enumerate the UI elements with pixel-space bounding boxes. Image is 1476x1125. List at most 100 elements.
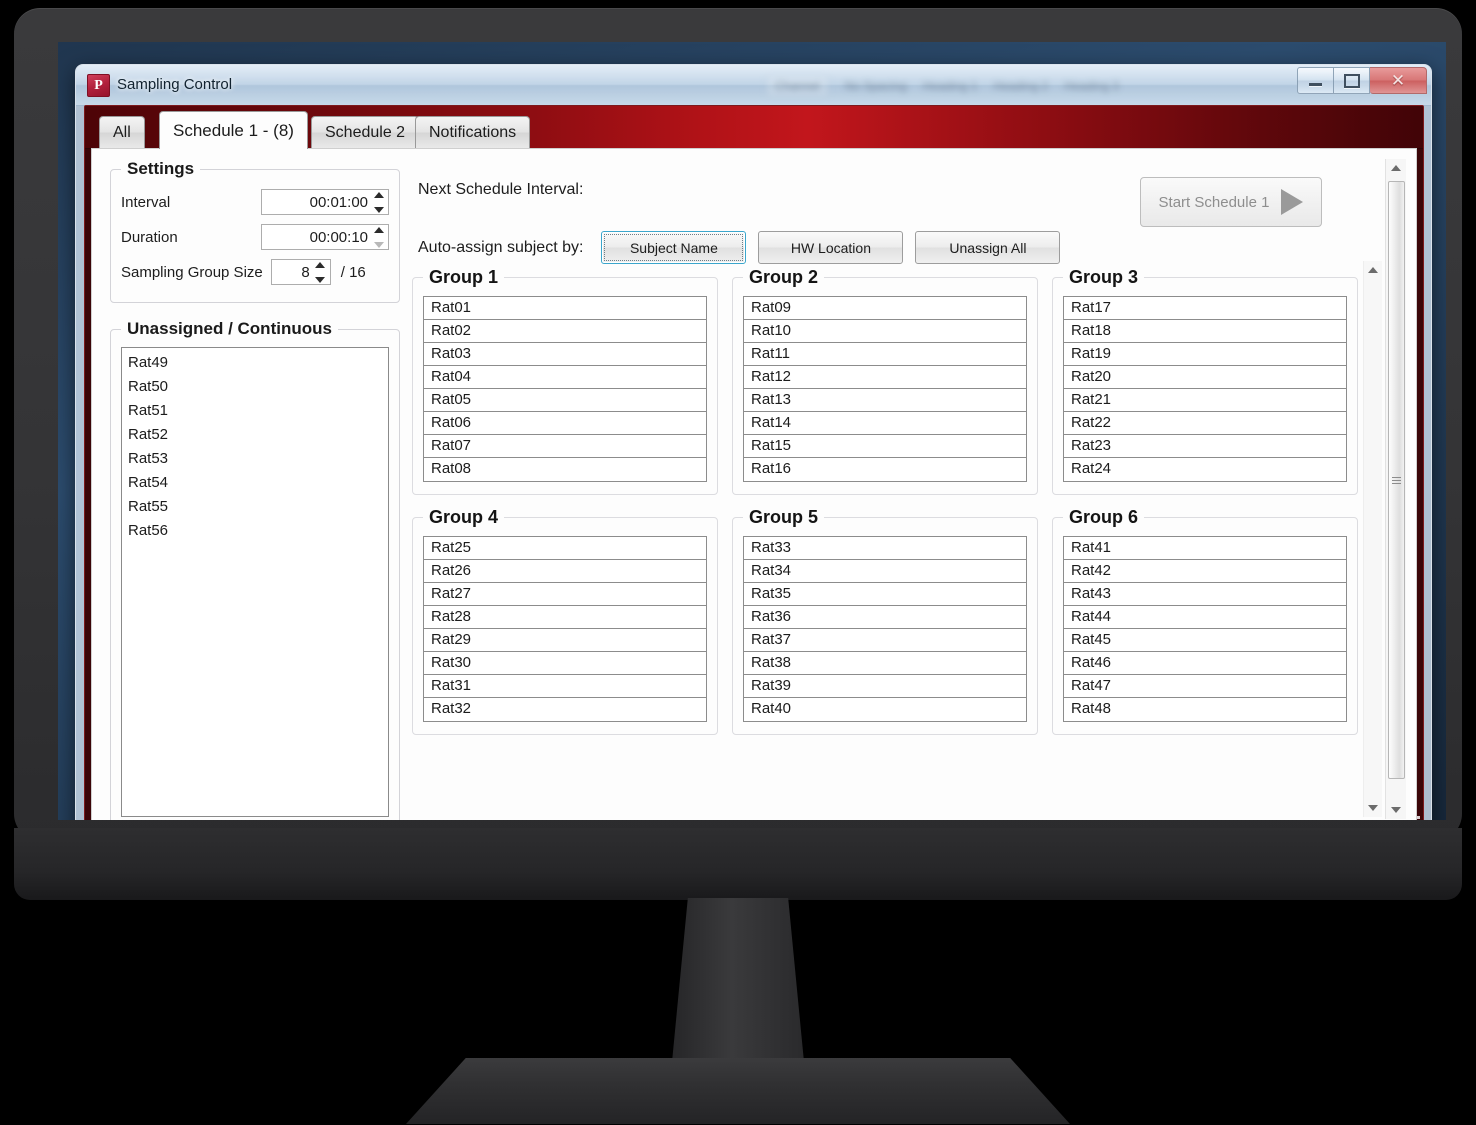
list-item[interactable]: Rat05 <box>424 389 706 412</box>
list-item[interactable]: Rat14 <box>744 412 1026 435</box>
chevron-up-icon[interactable] <box>373 192 384 198</box>
list-item[interactable]: Rat37 <box>744 629 1026 652</box>
group-1: Group 1 Rat01 Rat02 Rat03 Rat04 Rat05 Ra… <box>412 267 718 495</box>
list-item[interactable]: Rat07 <box>424 435 706 458</box>
list-item[interactable]: Rat10 <box>744 320 1026 343</box>
chevron-down-icon[interactable] <box>315 277 326 283</box>
list-item[interactable]: Rat02 <box>424 320 706 343</box>
list-item[interactable]: Rat33 <box>744 537 1026 560</box>
interval-stepper[interactable]: 00:01:00 <box>261 189 389 215</box>
subject-name-button-label: Subject Name <box>629 239 718 256</box>
list-item[interactable]: Rat13 <box>744 389 1026 412</box>
list-item[interactable]: Rat16 <box>744 458 1026 481</box>
window-titlebar[interactable]: Channel No Spacing Heading 1 Heading 2 H… <box>76 65 1431 106</box>
list-item[interactable]: Rat31 <box>424 675 706 698</box>
scroll-up-button[interactable] <box>1386 159 1406 177</box>
list-item[interactable]: Rat28 <box>424 606 706 629</box>
list-item[interactable]: Rat17 <box>1064 297 1346 320</box>
list-item[interactable]: Rat46 <box>1064 652 1346 675</box>
list-item[interactable]: Rat18 <box>1064 320 1346 343</box>
list-item[interactable]: Rat42 <box>1064 560 1346 583</box>
list-item[interactable]: Rat50 <box>122 375 388 399</box>
maximize-button[interactable] <box>1334 67 1370 94</box>
list-item[interactable]: Rat36 <box>744 606 1026 629</box>
duration-spinner-arrows[interactable] <box>372 227 385 248</box>
list-item[interactable]: Rat06 <box>424 412 706 435</box>
list-item[interactable]: Rat29 <box>424 629 706 652</box>
list-item[interactable]: Rat01 <box>424 297 706 320</box>
interval-spinner-arrows[interactable] <box>372 192 385 213</box>
list-item[interactable]: Rat55 <box>122 495 388 519</box>
unassigned-list[interactable]: Rat49 Rat50 Rat51 Rat52 Rat53 Rat54 Rat5… <box>121 347 389 817</box>
hw-location-button[interactable]: HW Location <box>758 231 904 264</box>
minimize-button[interactable] <box>1297 67 1334 94</box>
list-item[interactable]: Rat23 <box>1064 435 1346 458</box>
list-item[interactable]: Rat03 <box>424 343 706 366</box>
list-item[interactable]: Rat52 <box>122 423 388 447</box>
list-item[interactable]: Rat49 <box>122 351 388 375</box>
tab-schedule-2[interactable]: Schedule 2 <box>311 116 420 148</box>
list-item[interactable]: Rat53 <box>122 447 388 471</box>
group-6-list[interactable]: Rat41 Rat42 Rat43 Rat44 Rat45 Rat46 Rat4… <box>1063 536 1347 722</box>
tab-schedule-1[interactable]: Schedule 1 - (8) <box>159 111 308 149</box>
list-item[interactable]: Rat43 <box>1064 583 1346 606</box>
list-item[interactable]: Rat35 <box>744 583 1026 606</box>
list-item[interactable]: Rat24 <box>1064 458 1346 481</box>
list-item[interactable]: Rat22 <box>1064 412 1346 435</box>
list-item[interactable]: Rat44 <box>1064 606 1346 629</box>
chevron-up-icon[interactable] <box>315 262 326 268</box>
list-item[interactable]: Rat47 <box>1064 675 1346 698</box>
list-item[interactable]: Rat39 <box>744 675 1026 698</box>
scroll-down-button[interactable] <box>1364 799 1382 817</box>
start-schedule-button[interactable]: Start Schedule 1 <box>1140 177 1322 227</box>
list-item[interactable]: Rat27 <box>424 583 706 606</box>
list-item[interactable]: Rat12 <box>744 366 1026 389</box>
list-item[interactable]: Rat38 <box>744 652 1026 675</box>
subject-name-button[interactable]: Subject Name <box>601 231 747 264</box>
unassign-all-button[interactable]: Unassign All <box>915 231 1061 264</box>
list-item[interactable]: Rat51 <box>122 399 388 423</box>
list-item[interactable]: Rat30 <box>424 652 706 675</box>
close-button[interactable]: ✕ <box>1370 67 1427 94</box>
group-size-spinner-arrows[interactable] <box>314 262 327 283</box>
scroll-down-button[interactable] <box>1386 801 1406 819</box>
list-item[interactable]: Rat15 <box>744 435 1026 458</box>
list-item[interactable]: Rat11 <box>744 343 1026 366</box>
group-5-list[interactable]: Rat33 Rat34 Rat35 Rat36 Rat37 Rat38 Rat3… <box>743 536 1027 722</box>
list-item[interactable]: Rat04 <box>424 366 706 389</box>
group-2: Group 2 Rat09 Rat10 Rat11 Rat12 Rat13 Ra… <box>732 267 1038 495</box>
list-item[interactable]: Rat45 <box>1064 629 1346 652</box>
tab-all[interactable]: All <box>99 116 145 148</box>
tab-notifications[interactable]: Notifications <box>415 116 531 148</box>
inner-scrollbar[interactable] <box>1363 261 1382 817</box>
chevron-up-icon <box>1391 165 1401 171</box>
list-item[interactable]: Rat09 <box>744 297 1026 320</box>
chevron-down-icon[interactable] <box>373 207 384 213</box>
window-scrollbar[interactable] <box>1385 159 1406 819</box>
list-item[interactable]: Rat19 <box>1064 343 1346 366</box>
scrollbar-thumb[interactable] <box>1388 181 1405 779</box>
list-item[interactable]: Rat54 <box>122 471 388 495</box>
group-4-list[interactable]: Rat25 Rat26 Rat27 Rat28 Rat29 Rat30 Rat3… <box>423 536 707 722</box>
settings-legend: Settings <box>127 159 195 178</box>
right-pane: Next Schedule Interval: Auto-assign subj… <box>412 159 1408 819</box>
list-item[interactable]: Rat34 <box>744 560 1026 583</box>
chevron-up-icon[interactable] <box>373 227 384 233</box>
list-item[interactable]: Rat26 <box>424 560 706 583</box>
list-item[interactable]: Rat08 <box>424 458 706 481</box>
list-item[interactable]: Rat56 <box>122 519 388 543</box>
group-1-list[interactable]: Rat01 Rat02 Rat03 Rat04 Rat05 Rat06 Rat0… <box>423 296 707 482</box>
duration-stepper[interactable]: 00:00:10 <box>261 224 389 250</box>
scroll-up-button[interactable] <box>1364 261 1382 279</box>
group-size-stepper[interactable]: 8 <box>270 259 331 285</box>
list-item[interactable]: Rat32 <box>424 698 706 721</box>
list-item[interactable]: Rat21 <box>1064 389 1346 412</box>
list-item[interactable]: Rat41 <box>1064 537 1346 560</box>
list-item[interactable]: Rat40 <box>744 698 1026 721</box>
chevron-down-icon[interactable] <box>373 242 384 248</box>
list-item[interactable]: Rat20 <box>1064 366 1346 389</box>
list-item[interactable]: Rat48 <box>1064 698 1346 721</box>
group-2-list[interactable]: Rat09 Rat10 Rat11 Rat12 Rat13 Rat14 Rat1… <box>743 296 1027 482</box>
list-item[interactable]: Rat25 <box>424 537 706 560</box>
group-3-list[interactable]: Rat17 Rat18 Rat19 Rat20 Rat21 Rat22 Rat2… <box>1063 296 1347 482</box>
